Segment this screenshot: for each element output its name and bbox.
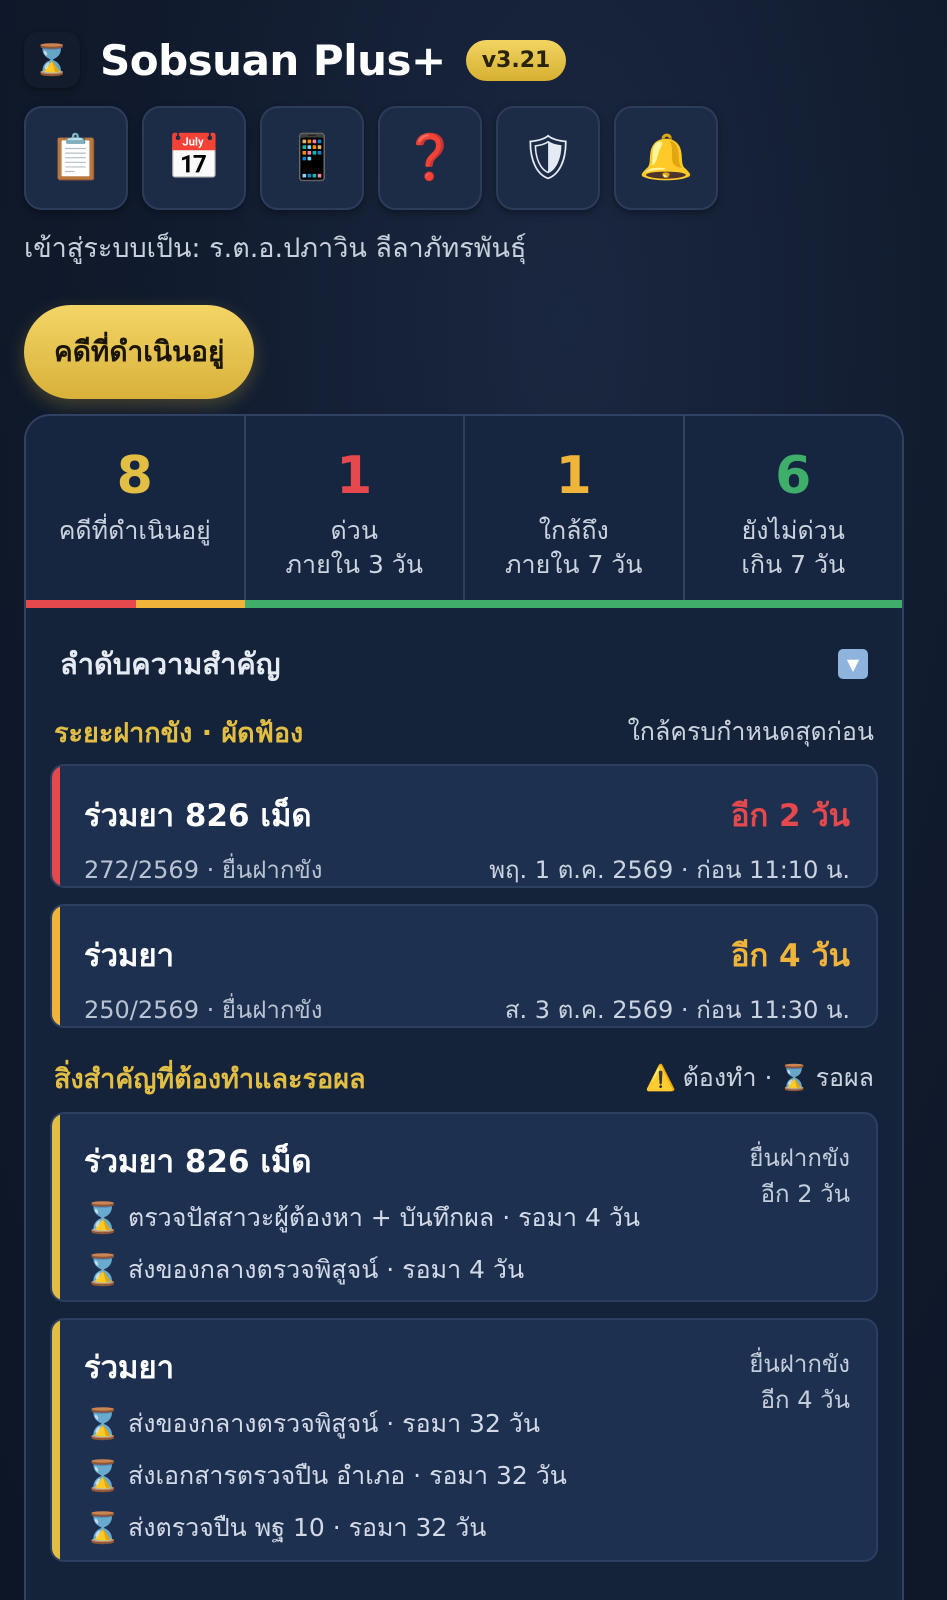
stat-urgent-label-2: ภายใน 3 วัน <box>285 550 423 579</box>
phone-button[interactable]: 📱 <box>260 106 364 210</box>
app-header: ⌛ Sobsuan Plus+ v3.21 <box>24 0 923 120</box>
task-text: ส่งเอกสารตรวจปืน อำเภอ · รอมา 32 วัน <box>128 1461 567 1490</box>
case-title: ร่วมยา 826 เม็ด <box>84 798 312 834</box>
due-note-line-2: อีก 4 วัน <box>760 1386 850 1414</box>
hourglass-icon: ⌛ <box>84 1252 122 1288</box>
case-number: 272/2569 · ยื่นฝากขัง <box>84 856 323 884</box>
todo-header: สิ่งสำคัญที่ต้องทำและรอผล ⚠️ ต้องทำ · ⌛ … <box>26 1058 902 1098</box>
case-title: ร่วมยา <box>84 938 175 974</box>
notifications-button[interactable]: 🔔 <box>614 106 718 210</box>
accent-stripe <box>52 1114 60 1300</box>
detention-card[interactable]: ร่วมยา อีก 4 วัน 250/2569 · ยื่นฝากขัง ส… <box>50 904 878 1028</box>
todo-card[interactable]: ร่วมยา 826 เม็ด ยื่นฝากขัง อีก 2 วัน ⌛ ต… <box>50 1112 878 1302</box>
toolbar: 📋 📅 📱 ❓ 🛡 🔔 <box>24 106 923 210</box>
app-title: Sobsuan Plus+ <box>100 35 446 85</box>
stat-near[interactable]: 1 ใกล้ถึง ภายใน 7 วัน <box>465 416 685 600</box>
task-text: ส่งของกลางตรวจพิสูจน์ · รอมา 32 วัน <box>128 1409 540 1438</box>
days-remaining: อีก 4 วัน <box>730 938 850 974</box>
phone-icon: 📱 <box>284 132 340 183</box>
pending-task[interactable]: ⌛ ส่งของกลางตรวจพิสูจน์ · รอมา 4 วัน <box>84 1250 850 1290</box>
days-remaining: อีก 2 วัน <box>730 798 850 834</box>
stat-not-urgent-label: ยังไม่ด่วน เกิน 7 วัน <box>741 514 845 582</box>
todo-legend: ⚠️ ต้องทำ · ⌛ รอผล <box>645 1058 874 1098</box>
detention-header: ระยะฝากขัง · ผัดฟ้อง ใกล้ครบกำหนดสุดก่อน <box>26 714 902 750</box>
urgency-stripe <box>52 906 60 1026</box>
detention-sort-note: ใกล้ครบกำหนดสุดก่อน <box>627 717 874 746</box>
pending-task[interactable]: ⌛ ส่งของกลางตรวจพิสูจน์ · รอมา 32 วัน <box>84 1404 850 1444</box>
due-note-line-2: อีก 2 วัน <box>760 1180 850 1208</box>
app-page: ⌛ Sobsuan Plus+ v3.21 📋 📅 📱 ❓ 🛡 🔔 เข้าสู… <box>0 0 947 1600</box>
stat-active-value: 8 <box>116 446 153 506</box>
stat-not-urgent-value: 6 <box>775 446 812 506</box>
hourglass-icon: ⌛ <box>84 1406 122 1442</box>
bar-segment-urgent <box>26 600 136 608</box>
stat-urgent-value: 1 <box>336 446 373 506</box>
stats-row: 8 คดีที่ดำเนินอยู่ 1 ด่วน ภายใน 3 วัน 1 … <box>26 416 902 600</box>
stat-urgent-label-1: ด่วน <box>330 516 378 545</box>
todo-card[interactable]: ร่วมยา ยื่นฝากขัง อีก 4 วัน ⌛ ส่งของกลาง… <box>50 1318 878 1562</box>
active-cases-button[interactable]: คดีที่ดำเนินอยู่ <box>24 305 255 399</box>
case-title: ร่วมยา 826 เม็ด <box>84 1144 312 1180</box>
warning-icon: ⚠️ <box>645 1063 677 1092</box>
stat-urgent-label: ด่วน ภายใน 3 วัน <box>286 514 423 582</box>
legend-wait-label: รอผล <box>815 1063 874 1092</box>
stat-not-urgent-label-1: ยังไม่ด่วน <box>741 516 845 545</box>
legend-todo-label: ต้องทำ · <box>682 1063 773 1092</box>
pending-task[interactable]: ⌛ ส่งตรวจปืน พฐ 10 · รอมา 32 วัน <box>84 1508 850 1548</box>
calendar-button[interactable]: 📅 <box>142 106 246 210</box>
deadline-date: พฤ. 1 ต.ค. 2569 · ก่อน 11:10 น. <box>489 856 850 884</box>
hourglass-icon: ⌛ <box>778 1063 810 1092</box>
help-icon: ❓ <box>402 132 458 183</box>
cases-panel: 8 คดีที่ดำเนินอยู่ 1 ด่วน ภายใน 3 วัน 1 … <box>24 414 904 1600</box>
task-text: ส่งตรวจปืน พฐ 10 · รอมา 32 วัน <box>128 1513 487 1542</box>
hourglass-icon: ⌛ <box>84 1200 122 1236</box>
task-text: ตรวจปัสสาวะผู้ต้องหา + บันทึกผล · รอมา 4… <box>128 1203 640 1232</box>
detention-due-note: ยื่นฝากขัง อีก 4 วัน <box>749 1346 850 1418</box>
hourglass-logo-icon: ⌛ <box>24 32 80 88</box>
detention-title: ระยะฝากขัง · ผัดฟ้อง <box>54 717 304 749</box>
stat-near-label-2: ภายใน 7 วัน <box>505 550 643 579</box>
shield-icon: 🛡 <box>520 132 576 183</box>
stat-active[interactable]: 8 คดีที่ดำเนินอยู่ <box>26 416 246 600</box>
clipboard-icon: 📋 <box>48 132 104 183</box>
stat-urgent[interactable]: 1 ด่วน ภายใน 3 วัน <box>246 416 465 600</box>
logged-in-as: เข้าสู่ระบบเป็น: ร.ต.อ.ปภาวิน ลีลาภัทรพั… <box>24 233 527 264</box>
stat-active-label: คดีที่ดำเนินอยู่ <box>58 516 211 545</box>
bar-segment-near <box>135 600 245 608</box>
priority-header: ลำดับความสำคัญ ▼ <box>26 642 902 686</box>
task-text: ส่งของกลางตรวจพิสูจน์ · รอมา 4 วัน <box>128 1255 525 1284</box>
shield-button[interactable]: 🛡 <box>496 106 600 210</box>
due-note-line-1: ยื่นฝากขัง <box>749 1350 850 1378</box>
case-title: ร่วมยา <box>84 1350 175 1386</box>
stat-not-urgent[interactable]: 6 ยังไม่ด่วน เกิน 7 วัน <box>685 416 903 600</box>
stat-near-label-1: ใกล้ถึง <box>538 516 609 545</box>
help-button[interactable]: ❓ <box>378 106 482 210</box>
clipboard-button[interactable]: 📋 <box>24 106 128 210</box>
stat-near-value: 1 <box>555 446 592 506</box>
case-number: 250/2569 · ยื่นฝากขัง <box>84 996 323 1024</box>
due-note-line-1: ยื่นฝากขัง <box>749 1144 850 1172</box>
urgency-distribution-bar <box>26 600 902 608</box>
deadline-date: ส. 3 ต.ค. 2569 · ก่อน 11:30 น. <box>504 996 850 1024</box>
stat-near-label: ใกล้ถึง ภายใน 7 วัน <box>505 514 642 582</box>
version-badge: v3.21 <box>465 39 567 81</box>
stat-not-urgent-label-2: เกิน 7 วัน <box>741 550 846 579</box>
detention-due-note: ยื่นฝากขัง อีก 2 วัน <box>749 1140 850 1212</box>
detention-card[interactable]: ร่วมยา 826 เม็ด อีก 2 วัน 272/2569 · ยื่… <box>50 764 878 888</box>
hourglass-icon: ⌛ <box>84 1458 122 1494</box>
priority-title: ลำดับความสำคัญ <box>60 647 281 681</box>
pending-task[interactable]: ⌛ ส่งเอกสารตรวจปืน อำเภอ · รอมา 32 วัน <box>84 1456 850 1496</box>
dropdown-arrow-icon[interactable]: ▼ <box>838 649 868 679</box>
bell-icon: 🔔 <box>638 132 694 183</box>
calendar-icon: 📅 <box>166 132 222 183</box>
todo-title: สิ่งสำคัญที่ต้องทำและรอผล <box>54 1063 366 1095</box>
accent-stripe <box>52 1320 60 1560</box>
hourglass-icon: ⌛ <box>84 1510 122 1546</box>
pending-task[interactable]: ⌛ ตรวจปัสสาวะผู้ต้องหา + บันทึกผล · รอมา… <box>84 1198 850 1238</box>
bar-segment-not-urgent <box>245 600 902 608</box>
urgency-stripe <box>52 766 60 886</box>
